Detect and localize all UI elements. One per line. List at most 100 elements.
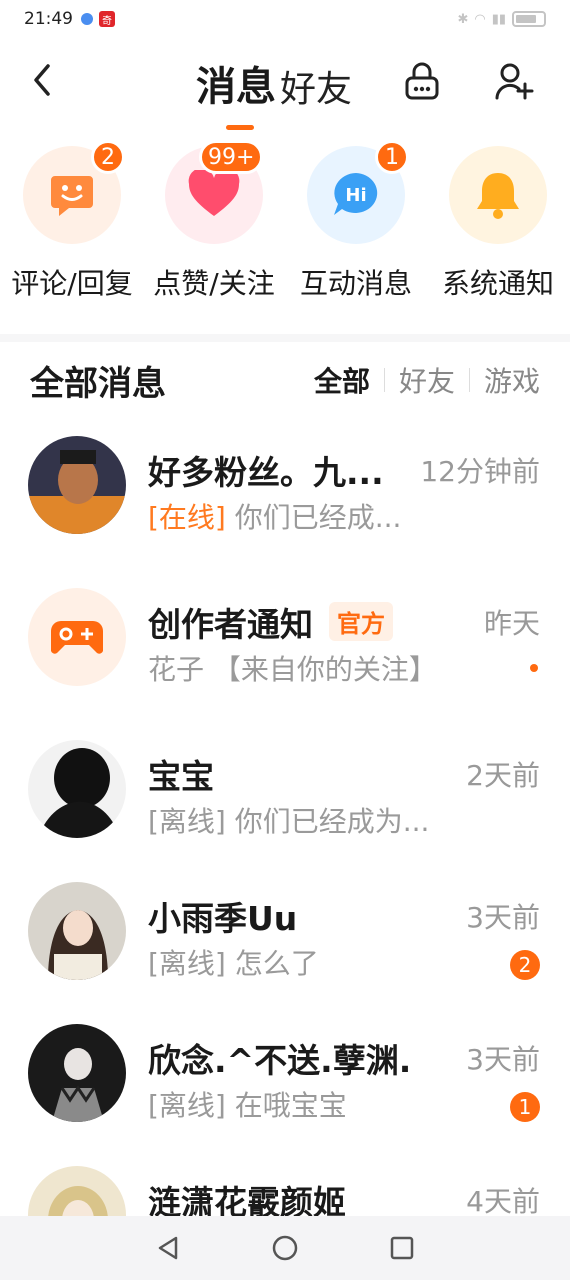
app-notification-icon bbox=[81, 13, 93, 25]
message-time: 4天前 bbox=[466, 1185, 540, 1216]
avatar[interactable] bbox=[28, 882, 126, 980]
back-button[interactable] bbox=[28, 60, 58, 100]
category-comments-label: 评论/回复 bbox=[11, 267, 133, 300]
tab-messages[interactable]: 消息 bbox=[196, 54, 276, 130]
message-text: 你们已经成为... bbox=[225, 805, 430, 838]
contact-name: 好多粉丝。九... bbox=[148, 453, 384, 492]
add-user-icon bbox=[495, 63, 534, 100]
category-likes[interactable]: 99+ 点赞/关注 bbox=[144, 140, 284, 302]
active-tab-indicator bbox=[226, 125, 254, 130]
header-tabs: 消息 好友 bbox=[196, 54, 352, 130]
avatar-image bbox=[28, 882, 126, 980]
bell-icon bbox=[477, 173, 519, 219]
message-categories: 2 评论/回复 99+ 点赞/关注 Hi 1 互动消息 系统通知 bbox=[0, 140, 570, 306]
online-status: [在线] bbox=[148, 501, 226, 534]
category-system[interactable]: 系统通知 bbox=[428, 146, 568, 302]
square-recents-icon bbox=[390, 1236, 413, 1260]
nav-recents-button[interactable] bbox=[382, 1228, 422, 1268]
official-badge: 官方 bbox=[329, 602, 393, 641]
message-preview: 花子 【来自你的关注】 bbox=[148, 653, 437, 686]
category-comments-circle: 2 bbox=[23, 140, 125, 244]
add-friend-button[interactable] bbox=[494, 60, 534, 104]
svg-text:Hi: Hi bbox=[345, 185, 366, 206]
avatar[interactable] bbox=[28, 588, 126, 686]
smiley-chat-icon bbox=[51, 176, 93, 216]
offline-status: [离线] bbox=[148, 947, 226, 980]
contact-name: 创作者通知 官方 bbox=[148, 598, 393, 646]
list-item[interactable]: 涟潇花霰颜姬 4天前 bbox=[0, 1140, 570, 1216]
battery-icon bbox=[512, 11, 546, 27]
heart-icon bbox=[188, 170, 240, 216]
message-time: 2天前 bbox=[466, 759, 540, 792]
offline-status: [离线] bbox=[148, 805, 226, 838]
avatar[interactable] bbox=[28, 436, 126, 534]
unread-count-badge: 1 bbox=[510, 1092, 540, 1122]
system-nav-bar bbox=[0, 1216, 570, 1280]
category-likes-circle: 99+ bbox=[165, 140, 264, 244]
status-time: 21:49 bbox=[24, 9, 73, 29]
avatar-image bbox=[28, 1024, 126, 1122]
category-interactions[interactable]: Hi 1 互动消息 bbox=[286, 140, 426, 302]
avatar[interactable] bbox=[28, 1166, 126, 1216]
unread-count-badge: 2 bbox=[510, 950, 540, 980]
avatar[interactable] bbox=[28, 740, 126, 838]
wifi-icon: ◠ bbox=[474, 11, 486, 27]
filter-games[interactable]: 游戏 bbox=[484, 360, 540, 400]
nav-home-button[interactable] bbox=[265, 1228, 305, 1268]
category-comments-badge: 2 bbox=[91, 140, 125, 174]
status-bar: 21:49 奇 ✱ ◠ ▮▮ bbox=[0, 0, 570, 38]
avatar-image bbox=[28, 740, 126, 838]
lock-icon bbox=[405, 62, 439, 100]
tab-messages-label: 消息 bbox=[196, 64, 276, 110]
contact-name: 欣念.^不送.孽渊. bbox=[148, 1041, 412, 1080]
message-text: 在哦宝宝 bbox=[225, 1089, 347, 1122]
list-item[interactable]: 欣念.^不送.孽渊. 3天前 [离线] 在哦宝宝 1 bbox=[0, 998, 570, 1138]
category-likes-badge: 99+ bbox=[199, 140, 264, 174]
contact-name: 涟潇花霰颜姬 bbox=[148, 1183, 346, 1216]
nav-back-button[interactable] bbox=[148, 1228, 188, 1268]
list-item[interactable]: 创作者通知 官方 昨天 花子 【来自你的关注】 bbox=[0, 562, 570, 702]
contact-name: 小雨季Uu bbox=[148, 899, 298, 938]
message-text: 你们已经成... bbox=[225, 501, 402, 534]
signal-icon: ▮▮ bbox=[491, 11, 506, 27]
category-interactions-badge: 1 bbox=[375, 140, 409, 174]
avatar-image bbox=[28, 436, 126, 534]
list-item[interactable]: 宝宝 2天前 [离线] 你们已经成为... bbox=[0, 714, 570, 854]
filter-separator bbox=[468, 368, 470, 392]
unread-dot bbox=[530, 664, 538, 672]
contact-name: 宝宝 bbox=[148, 757, 214, 796]
category-comments[interactable]: 2 评论/回复 bbox=[2, 140, 142, 302]
contact-name-text: 创作者通知 bbox=[148, 605, 313, 644]
gamepad-icon bbox=[51, 621, 103, 654]
lock-button[interactable] bbox=[402, 60, 442, 104]
message-preview: [在线] 你们已经成... bbox=[148, 496, 401, 536]
top-header: 消息 好友 bbox=[0, 46, 570, 130]
message-preview: [离线] 你们已经成为... bbox=[148, 800, 429, 840]
section-title: 全部消息 bbox=[30, 364, 166, 404]
chevron-left-icon bbox=[34, 64, 50, 96]
category-interactions-circle: Hi 1 bbox=[307, 140, 409, 244]
filter-tabs: 全部 好友 游戏 bbox=[314, 360, 540, 400]
filter-all[interactable]: 全部 bbox=[314, 360, 370, 400]
message-time: 昨天 bbox=[483, 607, 540, 640]
filter-friends[interactable]: 好友 bbox=[399, 360, 455, 400]
offline-status: [离线] bbox=[148, 1089, 226, 1122]
category-system-circle bbox=[449, 146, 547, 244]
list-item[interactable]: 小雨季Uu 3天前 [离线] 怎么了 2 bbox=[0, 856, 570, 996]
circle-home-icon bbox=[272, 1235, 298, 1261]
avatar-image bbox=[28, 1166, 126, 1216]
message-preview: [离线] 在哦宝宝 bbox=[148, 1084, 347, 1124]
tab-friends[interactable]: 好友 bbox=[280, 60, 352, 112]
message-time: 3天前 bbox=[466, 901, 540, 934]
bluetooth-icon: ✱ bbox=[457, 11, 469, 27]
category-interactions-label: 互动消息 bbox=[299, 267, 412, 300]
triangle-back-icon bbox=[159, 1236, 178, 1260]
message-list: 好多粉丝。九... 12分钟前 [在线] 你们已经成... 创作者通知 官方 昨天… bbox=[0, 410, 570, 1216]
list-item[interactable]: 好多粉丝。九... 12分钟前 [在线] 你们已经成... bbox=[0, 410, 570, 550]
app-badge-icon: 奇 bbox=[99, 11, 115, 27]
category-likes-label: 点赞/关注 bbox=[153, 267, 275, 300]
hi-chat-icon: Hi bbox=[334, 173, 378, 215]
message-time: 12分钟前 bbox=[420, 455, 540, 488]
filter-separator bbox=[383, 368, 385, 392]
avatar[interactable] bbox=[28, 1024, 126, 1122]
